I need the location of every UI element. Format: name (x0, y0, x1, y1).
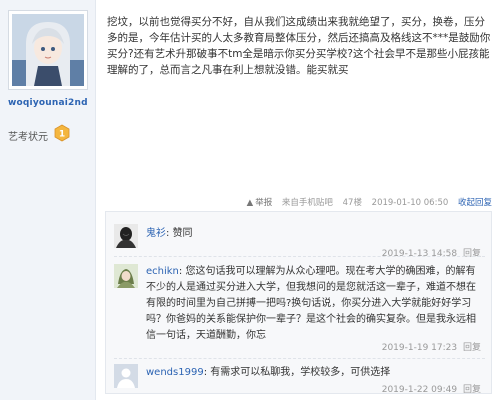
reply-avatar[interactable] (114, 264, 138, 288)
post-source[interactable]: 来自手机贴吧 (282, 198, 333, 208)
reply-button[interactable]: 回复 (463, 343, 481, 353)
divider (114, 358, 485, 359)
reply-username[interactable]: echikn (146, 266, 179, 277)
reply-meta: 2019-1-19 17:23 回复 (379, 340, 481, 353)
level-badge-icon: 1 (54, 124, 70, 142)
report-icon: ▲ (246, 198, 254, 208)
achievement-label: 艺考状元 (8, 132, 48, 143)
reply-content: 有需求可以私聊我，学校较多，可供选择 (210, 367, 391, 378)
reply-text: wends1999: 有需求可以私聊我，学校较多，可供选择 (146, 367, 391, 378)
post-content: 挖坟，以前也觉得买分不好，自从我们这成绩出来我就绝望了，买分，换卷，压分多的是，… (107, 16, 491, 76)
username[interactable]: woqiyounai2nd (8, 98, 88, 108)
reply-text: echikn: 您这句话我可以理解为从众心理吧。现在考大学的确困难，的解有不少的… (146, 266, 476, 341)
reply-text: 鬼衫: 赞同 (146, 228, 193, 239)
reply-button[interactable]: 回复 (463, 249, 481, 259)
reply-item: 鬼衫: 赞同 2019-1-13 14:58 回复 (106, 218, 491, 259)
post-meta: ▲ 举报 来自手机贴吧 47楼 2019-01-10 06:50 收起回复 (107, 196, 492, 210)
reply-time: 2019-1-13 14:58 (381, 249, 458, 259)
reply-username[interactable]: 鬼衫 (146, 228, 166, 239)
divider (114, 256, 485, 257)
reply-avatar[interactable] (114, 224, 138, 248)
avatar[interactable] (12, 14, 84, 86)
reply-time: 2019-1-22 09:49 (381, 385, 458, 395)
reply-list: 鬼衫: 赞同 2019-1-13 14:58 回复 echikn: 您这句话我可… (105, 211, 492, 395)
reply-time: 2019-1-19 17:23 (381, 343, 458, 353)
reply-content: 赞同 (172, 228, 193, 239)
post-floor: woqiyounai2nd 艺考状元 1 挖坟，以前也觉得买分不好，自从我们这成… (0, 0, 502, 400)
reply-item: wends1999: 有需求可以私聊我，学校较多，可供选择 2019-1-22 … (106, 360, 491, 395)
avatar-frame[interactable] (8, 10, 88, 90)
post-time: 2019-01-10 06:50 (371, 198, 449, 208)
floor-number: 47楼 (342, 198, 362, 208)
reply-item: echikn: 您这句话我可以理解为从众心理吧。现在考大学的确困难，的解有不少的… (106, 260, 491, 356)
reply-meta: 2019-1-22 09:49 回复 (379, 382, 481, 395)
collapse-replies-link[interactable]: 收起回复 (458, 198, 492, 208)
reply-username[interactable]: wends1999 (146, 367, 204, 378)
reply-content: 您这句话我可以理解为从众心理吧。现在考大学的确困难，的解有不少的人是通过买分进入… (146, 266, 476, 341)
report-link[interactable]: ▲ 举报 (247, 198, 273, 208)
reply-meta: 2019-1-13 14:58 回复 (379, 246, 481, 259)
reply-avatar[interactable] (114, 364, 138, 388)
reply-button[interactable]: 回复 (463, 385, 481, 395)
badge-level: 1 (59, 130, 65, 140)
user-panel: woqiyounai2nd 艺考状元 1 (0, 0, 96, 400)
